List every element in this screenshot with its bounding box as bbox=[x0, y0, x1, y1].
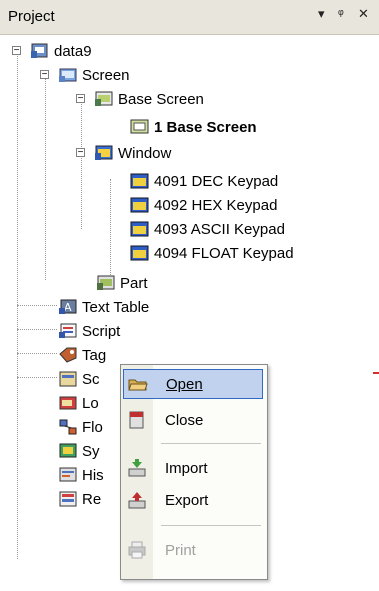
window-icon bbox=[130, 172, 150, 190]
history-icon bbox=[58, 466, 78, 484]
tree-node-1-base-screen[interactable]: 1 Base Screen bbox=[130, 115, 257, 139]
tree-node-window-4094[interactable]: 4094 FLOAT Keypad bbox=[130, 241, 294, 265]
menu-item-export[interactable]: Export bbox=[123, 485, 263, 515]
tree-node-data9[interactable]: − data9 bbox=[12, 39, 92, 63]
window-icon bbox=[130, 244, 150, 262]
close-icon[interactable]: ✕ bbox=[358, 6, 369, 22]
tree-node-window-4091[interactable]: 4091 DEC Keypad bbox=[130, 169, 278, 193]
screen-page-icon bbox=[130, 118, 150, 136]
collapse-icon[interactable]: − bbox=[76, 148, 85, 158]
tree-node-partial-6[interactable]: Re bbox=[58, 487, 101, 511]
tree-node-partial-3[interactable]: Flo bbox=[58, 415, 103, 439]
system-icon bbox=[58, 442, 78, 460]
collapse-icon[interactable]: − bbox=[12, 46, 21, 56]
project-icon bbox=[30, 42, 50, 60]
tree-node-base-screen[interactable]: − Base Screen bbox=[76, 87, 204, 111]
part-icon bbox=[96, 274, 116, 292]
pointer-arrow-mark bbox=[373, 372, 379, 374]
tree-node-tag[interactable]: Tag bbox=[58, 343, 106, 367]
pin-icon[interactable]: ᵠ bbox=[338, 6, 344, 21]
import-icon bbox=[123, 459, 151, 477]
screen-folder-icon bbox=[58, 66, 78, 84]
base-screen-icon bbox=[94, 90, 114, 108]
open-folder-icon bbox=[124, 376, 152, 392]
log-icon bbox=[58, 394, 78, 412]
tree-node-text-table[interactable]: A Text Table bbox=[58, 295, 149, 319]
menu-item-import[interactable]: Import bbox=[123, 453, 263, 483]
dropdown-icon[interactable]: ▾ bbox=[318, 6, 325, 22]
collapse-icon[interactable]: − bbox=[40, 70, 49, 80]
tree-node-partial-5[interactable]: His bbox=[58, 463, 104, 487]
tree-node-partial-4[interactable]: Sy bbox=[58, 439, 100, 463]
menu-item-open[interactable]: Open bbox=[123, 369, 263, 399]
script-icon bbox=[58, 322, 78, 340]
printer-icon bbox=[123, 541, 151, 559]
window-icon bbox=[130, 220, 150, 238]
close-doc-icon bbox=[123, 411, 151, 429]
recipe-icon bbox=[58, 490, 78, 508]
svg-text:A: A bbox=[64, 301, 72, 314]
tree-node-script[interactable]: Script bbox=[58, 319, 120, 343]
menu-item-close[interactable]: Close bbox=[123, 405, 263, 435]
text-table-icon: A bbox=[58, 298, 78, 316]
tree-node-window-4093[interactable]: 4093 ASCII Keypad bbox=[130, 217, 285, 241]
tree-node-screen[interactable]: − Screen bbox=[40, 63, 130, 87]
window-icon bbox=[130, 196, 150, 214]
tree-node-window-4092[interactable]: 4092 HEX Keypad bbox=[130, 193, 277, 217]
tree-node-partial-1[interactable]: Sc bbox=[58, 367, 100, 391]
tag-icon bbox=[58, 346, 78, 364]
menu-separator bbox=[161, 525, 261, 526]
tree-node-part[interactable]: Part bbox=[96, 271, 148, 295]
context-menu: Open Close Import Export Print bbox=[120, 364, 268, 580]
export-icon bbox=[123, 491, 151, 509]
panel-title: Project bbox=[8, 8, 55, 25]
menu-separator bbox=[161, 443, 261, 444]
schedule-icon bbox=[58, 370, 78, 388]
flow-icon bbox=[58, 418, 78, 436]
tree-node-partial-2[interactable]: Lo bbox=[58, 391, 99, 415]
collapse-icon[interactable]: − bbox=[76, 94, 85, 104]
panel-header: Project ▾ ᵠ ✕ bbox=[0, 0, 379, 35]
tree-node-window[interactable]: − Window bbox=[76, 141, 171, 165]
window-folder-icon bbox=[94, 144, 114, 162]
menu-item-print[interactable]: Print bbox=[123, 535, 263, 565]
